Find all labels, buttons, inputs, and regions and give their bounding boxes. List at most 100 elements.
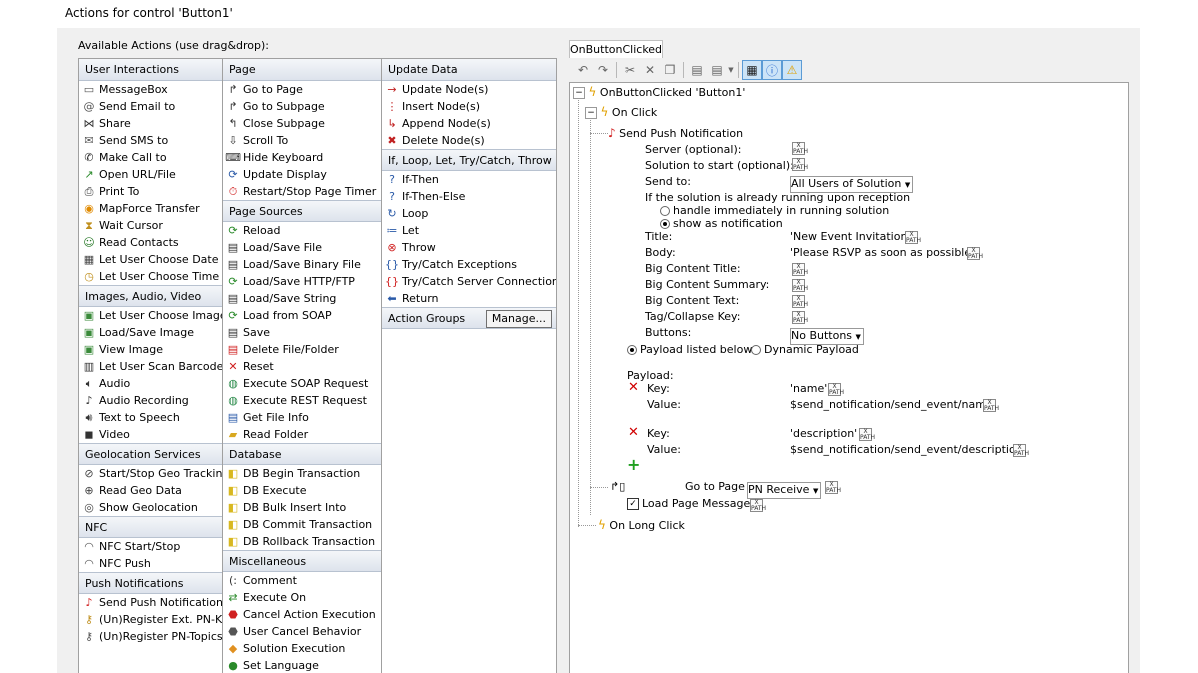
action-let-user-choose-image[interactable]: ▣ Let User Choose Image xyxy=(79,307,223,324)
action-update-node-s[interactable]: → Update Node(s) xyxy=(382,81,556,98)
title-value[interactable]: 'New Event Invitation' xyxy=(790,230,910,244)
delete-payload-icon[interactable]: ✕ xyxy=(628,381,639,395)
xpath-icon[interactable]: X PATH xyxy=(792,295,808,308)
action-db-execute[interactable]: ◧ DB Execute xyxy=(223,482,382,499)
action-reset[interactable]: ✕ Reset xyxy=(223,358,382,375)
action-restart-stop-page-timer[interactable]: ⏱ Restart/Stop Page Timer xyxy=(223,183,382,200)
action-read-contacts[interactable]: ☺ Read Contacts xyxy=(79,234,223,251)
action-cancel-action-execution[interactable]: ⬣ Cancel Action Execution xyxy=(223,606,382,623)
action-wait-cursor[interactable]: ⧗ Wait Cursor xyxy=(79,217,223,234)
action-delete-node-s[interactable]: ✖ Delete Node(s) xyxy=(382,132,556,149)
action-try-catch-server-connection[interactable]: {} Try/Catch Server Connection xyxy=(382,273,556,290)
action-try-catch-exceptions[interactable]: {} Try/Catch Exceptions xyxy=(382,256,556,273)
action-start-stop-geo-tracking[interactable]: ⊘ Start/Stop Geo Tracking xyxy=(79,465,223,482)
action-throw[interactable]: ⊗ Throw xyxy=(382,239,556,256)
action-send-push-notification[interactable]: ♪ Send Push Notification xyxy=(79,594,223,611)
action-load-save-string[interactable]: ▤ Load/Save String xyxy=(223,290,382,307)
collapse-icon[interactable]: − xyxy=(573,87,585,99)
value-value[interactable]: $send_notification/send_event/name xyxy=(790,398,993,412)
key-value[interactable]: 'name' xyxy=(790,382,827,396)
action-append-node-s[interactable]: ↳ Append Node(s) xyxy=(382,115,556,132)
xpath-icon[interactable]: X PATH xyxy=(825,481,841,494)
radio-show-notification[interactable]: show as notification xyxy=(660,217,783,231)
xpath-icon[interactable]: X PATH xyxy=(792,311,808,324)
action-un-register-ext-pn-key[interactable]: ⚷ (Un)Register Ext. PN-Key xyxy=(79,611,223,628)
xpath-icon[interactable]: X PATH xyxy=(828,383,844,396)
manage-button[interactable]: Manage... xyxy=(485,310,552,328)
action-solution-execution[interactable]: ◆ Solution Execution xyxy=(223,640,382,657)
action-share[interactable]: ⋈ Share xyxy=(79,115,223,132)
action-reload[interactable]: ⟳ Reload xyxy=(223,222,382,239)
action-scroll-to[interactable]: ⇩ Scroll To xyxy=(223,132,382,149)
xpath-icon[interactable]: X PATH xyxy=(792,263,808,276)
info-icon[interactable]: ⓘ xyxy=(762,60,782,80)
action-view-image[interactable]: ▣ View Image xyxy=(79,341,223,358)
action-mapforce-transfer[interactable]: ◉ MapForce Transfer xyxy=(79,200,223,217)
warning-icon[interactable]: ⚠ xyxy=(782,60,802,80)
action-db-rollback-transaction[interactable]: ◧ DB Rollback Transaction xyxy=(223,533,382,550)
action-insert-node-s[interactable]: ⋮ Insert Node(s) xyxy=(382,98,556,115)
action-messagebox[interactable]: ▭ MessageBox xyxy=(79,81,223,98)
action-if-then-else[interactable]: ? If-Then-Else xyxy=(382,188,556,205)
radio-dynamic-payload[interactable]: Dynamic Payload xyxy=(751,343,859,357)
send-push-node[interactable]: ♪ Send Push Notification xyxy=(608,126,743,141)
collapse-icon[interactable]: − xyxy=(585,107,597,119)
action-nfc-start-stop[interactable]: ◠ NFC Start/Stop xyxy=(79,538,223,555)
action-make-call-to[interactable]: ✆ Make Call to xyxy=(79,149,223,166)
action-load-from-soap[interactable]: ⟳ Load from SOAP xyxy=(223,307,382,324)
action-execute-rest-request[interactable]: ◍ Execute REST Request xyxy=(223,392,382,409)
action-let-user-choose-date[interactable]: ▦ Let User Choose Date xyxy=(79,251,223,268)
action-loop[interactable]: ↻ Loop xyxy=(382,205,556,222)
xpath-icon[interactable]: X PATH xyxy=(905,231,921,244)
paste-icon[interactable]: ▤ xyxy=(687,60,707,80)
action-execute-soap-request[interactable]: ◍ Execute SOAP Request xyxy=(223,375,382,392)
copy-icon[interactable]: ❐ xyxy=(660,60,680,80)
action-user-cancel-behavior[interactable]: ⬣ User Cancel Behavior xyxy=(223,623,382,640)
tree-root[interactable]: − ϟ OnButtonClicked 'Button1' xyxy=(573,85,745,100)
action-execute-on[interactable]: ⇄ Execute On xyxy=(223,589,382,606)
on-click-node[interactable]: − ϟ On Click xyxy=(585,105,657,120)
xpath-icon[interactable]: X PATH xyxy=(983,399,999,412)
action-read-folder[interactable]: ▰ Read Folder xyxy=(223,426,382,443)
go-to-page-select[interactable]: PN Receive ▼ xyxy=(747,482,822,499)
add-payload-icon[interactable]: + xyxy=(627,457,640,473)
action-if-then[interactable]: ? If-Then xyxy=(382,171,556,188)
action-save[interactable]: ▤ Save xyxy=(223,324,382,341)
action-update-display[interactable]: ⟳ Update Display xyxy=(223,166,382,183)
action-show-geolocation[interactable]: ◎ Show Geolocation xyxy=(79,499,223,516)
action-audio[interactable]: 🔈︎ Audio xyxy=(79,375,223,392)
delete-icon[interactable]: ✕ xyxy=(640,60,660,80)
action-open-url-file[interactable]: ↗ Open URL/File xyxy=(79,166,223,183)
action-load-save-http-ftp[interactable]: ⟳ Load/Save HTTP/FTP xyxy=(223,273,382,290)
action-delete-file-folder[interactable]: ▤ Delete File/Folder xyxy=(223,341,382,358)
cut-icon[interactable]: ✂ xyxy=(620,60,640,80)
action-let-user-choose-time[interactable]: ◷ Let User Choose Time xyxy=(79,268,223,285)
paste-special-icon[interactable]: ▤ xyxy=(707,60,727,80)
tab-onbuttonclicked[interactable]: OnButtonClicked xyxy=(569,40,663,59)
action-hide-keyboard[interactable]: ⌨ Hide Keyboard xyxy=(223,149,382,166)
value-value[interactable]: $send_notification/send_event/descriptio… xyxy=(790,443,1023,457)
action-un-register-pn-topics[interactable]: ⚷ (Un)Register PN-Topics xyxy=(79,628,223,645)
action-db-bulk-insert-into[interactable]: ◧ DB Bulk Insert Into xyxy=(223,499,382,516)
action-nfc-push[interactable]: ◠ NFC Push xyxy=(79,555,223,572)
body-value[interactable]: 'Please RSVP as soon as possible.' xyxy=(790,246,978,260)
on-long-click-node[interactable]: ϟ On Long Click xyxy=(598,518,685,533)
radio-handle-immediately[interactable]: handle immediately in running solution xyxy=(660,204,889,218)
key-value[interactable]: 'description' xyxy=(790,427,857,441)
xpath-icon[interactable]: X PATH xyxy=(792,279,808,292)
radio-payload-listed[interactable]: Payload listed below xyxy=(627,343,752,357)
action-go-to-page[interactable]: ↱ Go to Page xyxy=(223,81,382,98)
xpath-icon[interactable]: X PATH xyxy=(792,158,808,171)
xpath-icon[interactable]: X PATH xyxy=(1013,444,1029,457)
action-print-to[interactable]: ⎙ Print To xyxy=(79,183,223,200)
action-set-language[interactable]: ● Set Language xyxy=(223,657,382,673)
xpath-icon[interactable]: X PATH xyxy=(792,142,808,155)
action-go-to-subpage[interactable]: ↱ Go to Subpage xyxy=(223,98,382,115)
action-load-save-binary-file[interactable]: ▤ Load/Save Binary File xyxy=(223,256,382,273)
delete-payload-icon[interactable]: ✕ xyxy=(628,426,639,440)
xpath-icon[interactable]: X PATH xyxy=(750,499,766,512)
action-db-begin-transaction[interactable]: ◧ DB Begin Transaction xyxy=(223,465,382,482)
action-let-user-scan-barcode[interactable]: ▥ Let User Scan Barcode xyxy=(79,358,223,375)
paste-dropdown-icon[interactable]: ▼ xyxy=(727,60,735,80)
action-get-file-info[interactable]: ▤ Get File Info xyxy=(223,409,382,426)
